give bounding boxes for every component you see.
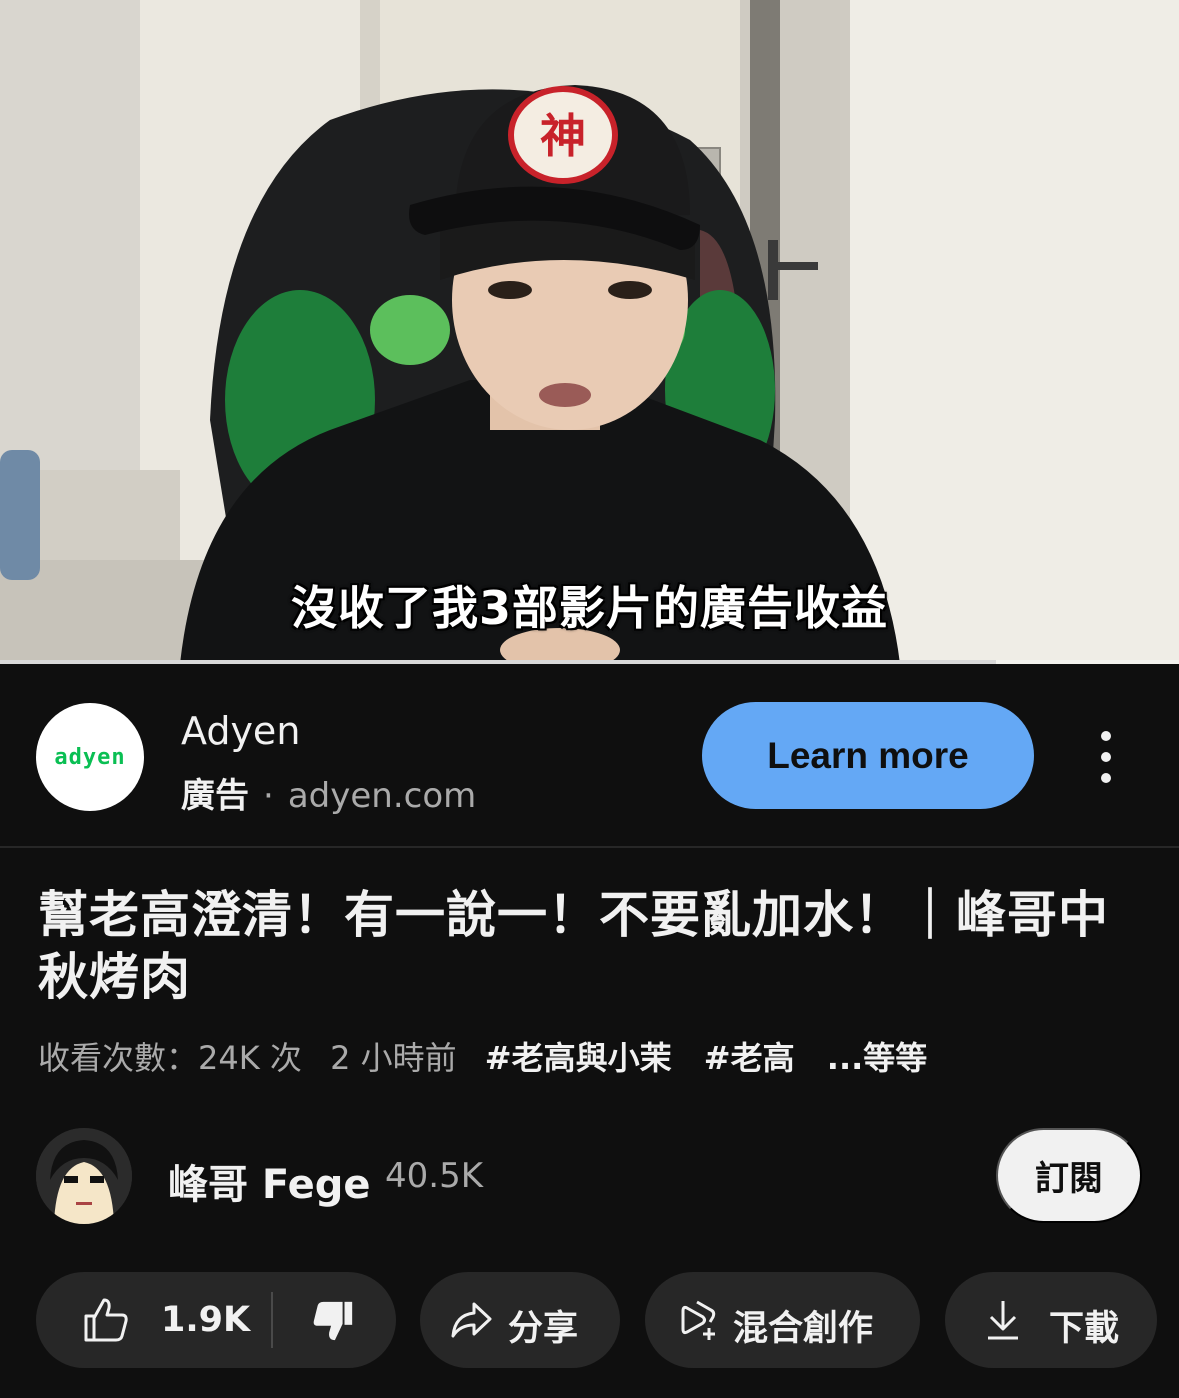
subscribe-button[interactable]: 訂閱 — [996, 1128, 1142, 1223]
advertiser-logo[interactable]: adyen — [36, 703, 144, 811]
advertiser-name[interactable]: Adyen — [181, 709, 300, 753]
ad-meta: 廣告 · adyen.com — [181, 768, 476, 817]
like-dislike-group: 1.9K — [36, 1272, 396, 1368]
channel-avatar[interactable] — [36, 1128, 132, 1224]
ad-label: 廣告 — [181, 776, 249, 816]
divider — [0, 846, 1179, 848]
subscriber-count: 40.5K — [385, 1156, 483, 1196]
download-button[interactable]: 下載 — [945, 1272, 1157, 1368]
hashtag-2[interactable]: #老高 — [704, 1039, 795, 1077]
remix-label: 混合創作 — [733, 1309, 874, 1349]
remix-button[interactable]: 混合創作 — [645, 1272, 920, 1368]
video-player[interactable]: 神 沒收了我3部影片的廣告收益 — [0, 0, 1179, 664]
svg-text:神: 神 — [540, 109, 586, 163]
upload-age: 2 小時前 — [330, 1039, 457, 1077]
view-count: 收看次數：24K 次 — [38, 1039, 302, 1077]
learn-more-button[interactable]: Learn more — [702, 702, 1034, 809]
remix-icon — [681, 1300, 716, 1340]
ad-domain: adyen.com — [287, 776, 477, 816]
video-meta[interactable]: 收看次數：24K 次 2 小時前 #老高與小茉 #老高 ...等等 — [38, 1033, 945, 1079]
more-vert-icon[interactable] — [1086, 725, 1126, 789]
hashtag-1[interactable]: #老高與小茉 — [485, 1039, 672, 1077]
download-label: 下載 — [1049, 1309, 1120, 1349]
download-icon — [988, 1301, 1018, 1340]
progress-bar[interactable] — [0, 660, 1179, 664]
ad-banner[interactable]: adyen Adyen 廣告 · adyen.com Learn more — [0, 665, 1179, 847]
video-frame: 神 — [0, 0, 1179, 664]
thumbs-down-icon[interactable] — [310, 1298, 356, 1344]
description-more[interactable]: ...等等 — [827, 1039, 927, 1077]
share-icon — [451, 1302, 492, 1338]
video-title[interactable]: 幫老高澄清！有一說一！不要亂加水！｜峰哥中秋烤肉 — [38, 884, 1148, 1008]
thumbs-up-icon[interactable] — [82, 1296, 130, 1344]
progress-fill — [0, 660, 997, 664]
ad-meta-separator: · — [263, 776, 274, 816]
advertiser-logo-text: adyen — [54, 744, 126, 770]
video-subtitle: 沒收了我3部影片的廣告收益 — [290, 581, 888, 635]
like-count[interactable]: 1.9K — [161, 1300, 250, 1340]
share-label: 分享 — [508, 1309, 579, 1349]
like-separator — [271, 1292, 273, 1348]
share-button[interactable]: 分享 — [420, 1272, 620, 1368]
channel-name[interactable]: 峰哥 Fege — [168, 1152, 371, 1210]
